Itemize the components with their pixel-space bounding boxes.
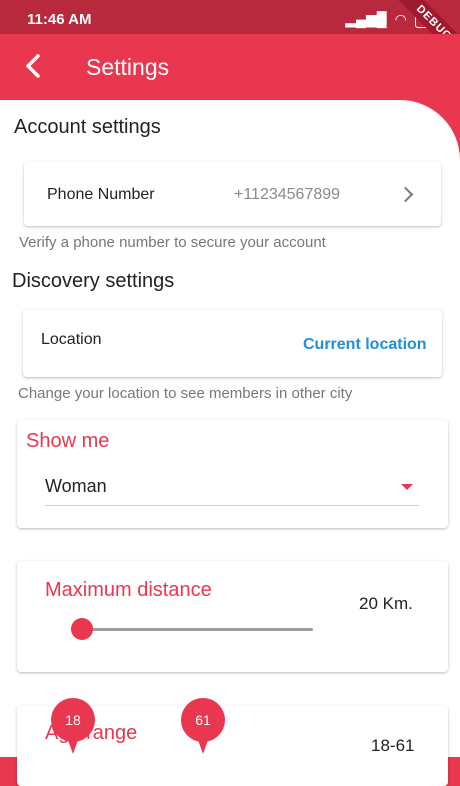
age-min-pin-tail (68, 740, 78, 754)
back-button[interactable] (20, 50, 48, 82)
dropdown-underline (45, 505, 419, 506)
age-max-pin-tail (198, 740, 208, 754)
show-me-card: Show me Woman (17, 420, 448, 528)
phone-number-label: Phone Number (47, 186, 155, 203)
show-me-label: Show me (26, 430, 110, 452)
phone-helper-text: Verify a phone number to secure your acc… (19, 234, 326, 251)
age-max-pin[interactable]: 61 (181, 698, 225, 742)
show-me-selected: Woman (45, 476, 107, 496)
maximum-distance-value: 20 Km. (359, 594, 413, 613)
dropdown-caret-icon (401, 484, 413, 490)
wifi-icon: ◠ (394, 11, 407, 27)
signal-icon: ▂▄▆█ (345, 11, 387, 27)
distance-slider-track (71, 628, 313, 631)
status-time: 11:46 AM (27, 11, 92, 28)
phone-number-value: +11234567899 (234, 186, 341, 203)
age-min-pin[interactable]: 18 (51, 698, 95, 742)
location-helper-text: Change your location to see members in o… (18, 385, 353, 402)
page-title: Settings (86, 54, 170, 80)
distance-slider-thumb[interactable] (71, 618, 93, 640)
current-location-link[interactable]: Current location (303, 336, 427, 354)
settings-content: Account settings Phone Number +112345678… (0, 100, 460, 786)
status-bar: 11:46 AM ▂▄▆█ ◠ 60 DEBUG (0, 0, 460, 72)
phone-number-row[interactable]: Phone Number +11234567899 (24, 162, 441, 226)
maximum-distance-label: Maximum distance (45, 579, 212, 601)
show-me-dropdown[interactable]: Woman (45, 470, 419, 506)
location-label: Location (41, 331, 102, 348)
back-arrow-icon (26, 54, 40, 78)
account-settings-heading: Account settings (14, 116, 161, 138)
distance-slider[interactable] (71, 618, 313, 640)
maximum-distance-card: Maximum distance 20 Km. (17, 561, 448, 672)
age-range-value: 18-61 (371, 736, 415, 755)
chevron-right-icon (397, 186, 414, 203)
location-row[interactable]: Location Current location (23, 310, 442, 377)
app-bar: Settings (0, 34, 460, 100)
discovery-settings-heading: Discovery settings (12, 270, 175, 292)
